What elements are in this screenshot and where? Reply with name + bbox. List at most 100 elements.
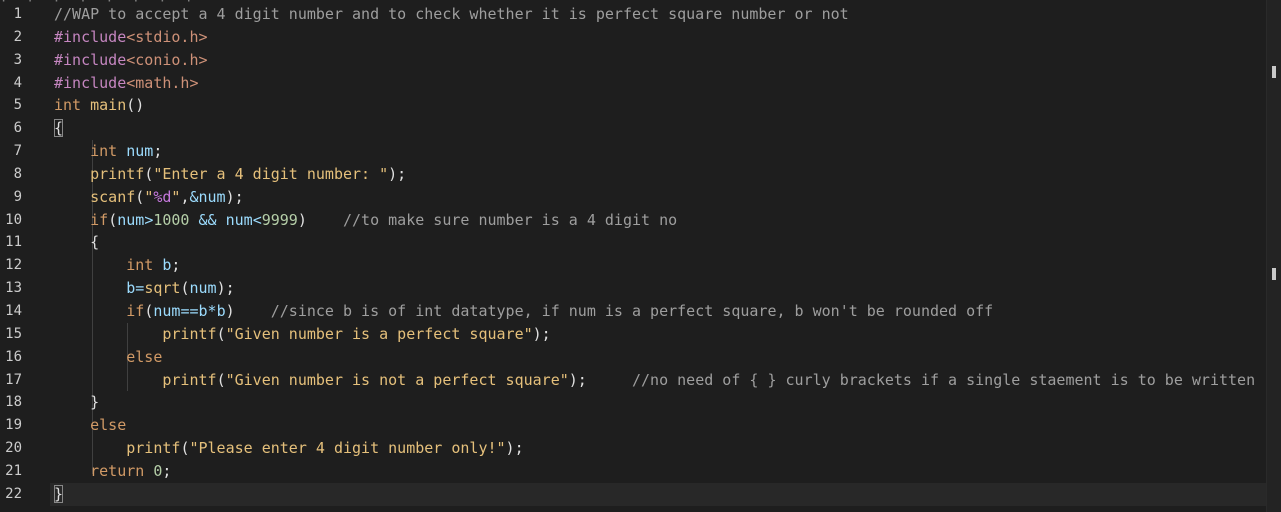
code-token: * bbox=[207, 301, 217, 320]
code-line[interactable]: #include<conio.h> bbox=[54, 49, 1269, 72]
code-line[interactable]: } bbox=[50, 482, 1281, 506]
vertical-scrollbar[interactable] bbox=[1266, 0, 1281, 512]
code-token: return bbox=[90, 461, 145, 480]
code-token: = bbox=[135, 279, 145, 298]
code-token: () bbox=[126, 96, 145, 115]
code-token: { bbox=[54, 233, 100, 252]
code-token: "Please enter 4 digit number only!" bbox=[189, 439, 506, 458]
code-line[interactable]: #include<math.h> bbox=[54, 72, 1269, 95]
code-line[interactable]: //WAP to accept a 4 digit number and to … bbox=[54, 3, 1269, 26]
line-number: 13 bbox=[5, 280, 22, 297]
code-token: <conio.h> bbox=[126, 50, 208, 69]
code-token: //no need of { } curly brackets if a sin… bbox=[631, 370, 1256, 389]
line-number: 17 bbox=[5, 371, 22, 388]
code-line[interactable]: else bbox=[54, 346, 1269, 369]
code-token: ); bbox=[532, 324, 551, 343]
code-line[interactable]: b=sqrt(num); bbox=[54, 277, 1269, 300]
code-line[interactable]: else bbox=[54, 414, 1269, 437]
code-token: ); bbox=[388, 164, 407, 183]
line-number: 20 bbox=[5, 440, 22, 457]
code-token: printf bbox=[126, 439, 181, 458]
code-token: else bbox=[126, 347, 163, 366]
code-line[interactable]: } bbox=[54, 391, 1269, 414]
code-token: if bbox=[90, 210, 109, 229]
code-line[interactable]: int b; bbox=[54, 254, 1269, 277]
code-token: #include bbox=[54, 73, 127, 92]
line-number-gutter: 1 2 3 4 5 6 7 8 9 10 11 12 13 14 15 16 17 18 19 20 21 22 bbox=[0, 3, 44, 506]
code-token: num bbox=[153, 301, 181, 320]
line-number: 22 bbox=[5, 485, 22, 502]
code-token: #include bbox=[54, 50, 127, 69]
code-line[interactable]: printf("Given number is a perfect square… bbox=[54, 323, 1269, 346]
code-line[interactable]: return 0; bbox=[54, 460, 1269, 483]
code-token: int bbox=[126, 256, 154, 275]
scrollbar-marker bbox=[1272, 66, 1276, 78]
line-number: 5 bbox=[13, 97, 22, 114]
line-number: 14 bbox=[5, 302, 22, 319]
code-token: == bbox=[180, 301, 199, 320]
code-token: num bbox=[189, 279, 217, 298]
line-number: 9 bbox=[13, 188, 22, 205]
code-token: b bbox=[126, 279, 136, 298]
code-line[interactable]: printf("Enter a 4 digit number: "); bbox=[54, 163, 1269, 186]
line-number: 2 bbox=[13, 28, 22, 45]
code-editor[interactable]: · · · · · · · · 123456789101112131415161… bbox=[0, 0, 1281, 512]
code-token: num bbox=[126, 142, 154, 161]
code-token: <stdio.h> bbox=[126, 27, 208, 46]
scrollbar-marker bbox=[1272, 268, 1276, 280]
code-line[interactable]: { bbox=[54, 117, 1269, 140]
code-token: main bbox=[90, 96, 127, 115]
code-token: "Given number is a perfect square" bbox=[225, 324, 533, 343]
code-line[interactable]: if(num>1000 && num<9999) //to make sure … bbox=[54, 209, 1269, 232]
code-area[interactable]: //WAP to accept a 4 digit number and to … bbox=[50, 3, 1281, 506]
code-line[interactable]: printf("Please enter 4 digit number only… bbox=[54, 437, 1269, 460]
line-number: 8 bbox=[13, 165, 22, 182]
code-line[interactable]: #include<stdio.h> bbox=[54, 26, 1269, 49]
code-token: "Enter a 4 digit number: " bbox=[153, 164, 389, 183]
code-line[interactable]: printf("Given number is not a perfect sq… bbox=[54, 369, 1269, 392]
code-token: printf bbox=[90, 164, 145, 183]
code-line[interactable]: { bbox=[54, 231, 1269, 254]
code-token: <math.h> bbox=[126, 73, 199, 92]
code-line[interactable]: int main() bbox=[54, 94, 1269, 117]
code-token: ( bbox=[144, 164, 154, 183]
code-token: "Given number is not a perfect square" bbox=[225, 370, 569, 389]
code-token: %d bbox=[153, 187, 172, 206]
code-token: num bbox=[117, 210, 145, 229]
code-token: num bbox=[225, 210, 253, 229]
code-token: ); bbox=[225, 187, 244, 206]
code-token: int bbox=[54, 96, 82, 115]
code-line[interactable]: int num; bbox=[54, 140, 1269, 163]
code-token: ) bbox=[297, 210, 343, 229]
line-number: 15 bbox=[5, 325, 22, 342]
code-line[interactable]: scanf("%d",&num); bbox=[54, 186, 1269, 209]
line-number: 4 bbox=[13, 74, 22, 91]
code-token: ( bbox=[216, 324, 226, 343]
code-token: ); bbox=[505, 439, 524, 458]
code-token: ; bbox=[153, 142, 163, 161]
line-number: 1 bbox=[13, 6, 22, 22]
line-number: 3 bbox=[13, 51, 22, 68]
code-token: printf bbox=[162, 324, 217, 343]
code-token: sqrt bbox=[144, 279, 181, 298]
code-line[interactable]: if(num==b*b) //since b is of int datatyp… bbox=[54, 300, 1269, 323]
code-token: ; bbox=[162, 461, 172, 480]
code-token: if bbox=[126, 301, 145, 320]
line-number: 18 bbox=[5, 394, 22, 411]
